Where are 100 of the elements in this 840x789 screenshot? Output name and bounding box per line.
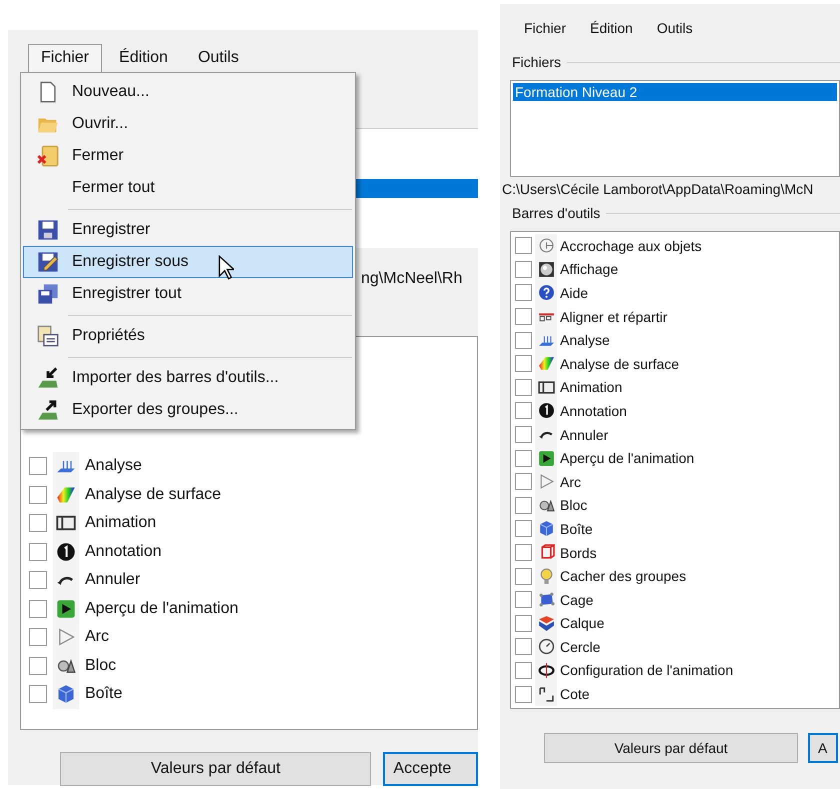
checkbox[interactable] bbox=[515, 520, 532, 538]
checkbox[interactable] bbox=[29, 628, 47, 646]
checkbox[interactable] bbox=[515, 496, 532, 514]
menu-tab[interactable]: Fichier bbox=[520, 17, 570, 44]
checkbox[interactable] bbox=[515, 402, 532, 420]
checkbox[interactable] bbox=[29, 685, 47, 704]
checkbox[interactable] bbox=[515, 308, 532, 326]
gradient-surface-icon bbox=[56, 484, 76, 505]
toolbar-name[interactable]: Bloc bbox=[85, 656, 116, 675]
menu-item[interactable]: Enregistrer sous bbox=[23, 246, 353, 278]
gradient-surface-icon bbox=[538, 355, 554, 372]
menu-tab[interactable]: Édition bbox=[106, 44, 181, 74]
checkbox[interactable] bbox=[29, 514, 47, 532]
menu-tab[interactable]: Édition bbox=[586, 17, 637, 44]
panel-icon bbox=[538, 378, 554, 396]
toolbar-name[interactable]: Boîte bbox=[85, 685, 122, 704]
mouse-cursor-icon bbox=[218, 255, 234, 280]
sphere-icon bbox=[538, 260, 554, 278]
path-text: C:\Users\Cécile Lamborot\AppData\Roaming\McN bbox=[502, 181, 814, 197]
toolbar-name[interactable]: Boîte bbox=[560, 520, 593, 537]
checkbox[interactable] bbox=[515, 614, 532, 632]
checkbox[interactable] bbox=[515, 355, 532, 372]
cube-icon bbox=[56, 684, 76, 704]
play-icon bbox=[538, 450, 554, 467]
properties-icon bbox=[37, 325, 59, 347]
checkbox[interactable] bbox=[29, 542, 47, 561]
block-icon bbox=[538, 496, 554, 514]
menu-item[interactable]: Exporter des groupes... bbox=[23, 394, 353, 426]
checkbox[interactable] bbox=[515, 260, 532, 278]
toolbar-name[interactable]: Configuration de l'animation bbox=[560, 662, 734, 678]
toolbar-name[interactable]: Analyse bbox=[560, 332, 610, 348]
cube-icon bbox=[538, 520, 554, 538]
toolbar-name[interactable]: Analyse bbox=[85, 457, 142, 476]
checkbox[interactable] bbox=[515, 378, 532, 396]
menu-item[interactable]: Fermer tout bbox=[23, 172, 353, 204]
toolbar-name[interactable]: Animation bbox=[85, 514, 156, 532]
toolbar-name[interactable]: Cage bbox=[560, 592, 594, 608]
menu-item[interactable]: Fermer bbox=[23, 140, 353, 172]
toolbar-name[interactable]: Accrochage aux objets bbox=[560, 238, 702, 254]
checkbox[interactable] bbox=[29, 486, 47, 504]
toolbar-name[interactable]: Calque bbox=[560, 615, 604, 632]
toolbar-name[interactable]: Annuler bbox=[85, 571, 140, 590]
toolbar-name[interactable]: Annuler bbox=[560, 426, 608, 443]
checkbox[interactable] bbox=[515, 544, 532, 562]
dimension-icon bbox=[538, 686, 554, 703]
toolbar-name[interactable]: Aide bbox=[560, 284, 588, 301]
toolbar-name[interactable]: Animation bbox=[560, 379, 622, 396]
checkbox[interactable] bbox=[515, 686, 532, 703]
file-list-item[interactable]: Formation Niveau 2 bbox=[513, 83, 837, 101]
dialog-button[interactable]: A bbox=[808, 733, 838, 763]
checkbox[interactable] bbox=[515, 237, 532, 254]
checkbox[interactable] bbox=[515, 450, 532, 467]
checkbox[interactable] bbox=[515, 638, 532, 656]
cage-icon bbox=[538, 591, 554, 608]
checkbox[interactable] bbox=[515, 473, 532, 490]
toolbar-name[interactable]: Aperçu de l'animation bbox=[85, 600, 238, 618]
toolbar-name[interactable]: Cote bbox=[560, 686, 590, 702]
group-label: Fichiers bbox=[512, 54, 562, 70]
toolbar-name[interactable]: Bloc bbox=[560, 497, 588, 514]
menu-tab[interactable]: Fichier bbox=[28, 44, 102, 74]
dialog-button[interactable]: Accepte bbox=[383, 752, 478, 786]
arc-icon bbox=[56, 627, 76, 648]
toolbar-name[interactable]: Analyse de surface bbox=[560, 356, 680, 372]
checkbox[interactable] bbox=[515, 591, 532, 608]
checkbox[interactable] bbox=[29, 457, 47, 476]
checkbox[interactable] bbox=[515, 332, 532, 349]
menu-item[interactable]: Ouvrir... bbox=[23, 108, 353, 140]
menu-item[interactable]: Enregistrer tout bbox=[23, 278, 353, 310]
help-icon bbox=[538, 284, 554, 302]
menu-tab[interactable]: Outils bbox=[184, 44, 252, 74]
toolbar-name[interactable]: Annotation bbox=[560, 402, 627, 419]
checkbox[interactable] bbox=[29, 656, 47, 675]
checkbox[interactable] bbox=[515, 284, 532, 302]
floppy-disks-icon bbox=[37, 283, 59, 305]
checkbox[interactable] bbox=[29, 600, 47, 618]
checkbox[interactable] bbox=[515, 568, 532, 585]
dialog-button[interactable]: Valeurs par défaut bbox=[60, 752, 372, 786]
toolbar-name[interactable]: Bords bbox=[560, 544, 597, 561]
floppy-pencil-icon bbox=[37, 251, 59, 273]
arc-icon bbox=[538, 473, 554, 490]
toolbar-name[interactable]: Arc bbox=[560, 474, 581, 490]
toolbar-name[interactable]: Analyse de surface bbox=[85, 486, 222, 504]
toolbar-name[interactable]: Arc bbox=[85, 628, 109, 646]
menu-tab[interactable]: Outils bbox=[652, 17, 697, 44]
rotate-icon bbox=[538, 662, 554, 679]
toolbar-name[interactable]: Annotation bbox=[85, 542, 162, 561]
close-document-icon bbox=[37, 145, 59, 167]
path-text: ng\McNeel\Rh bbox=[361, 270, 462, 287]
toolbar-name[interactable]: Aligner et répartir bbox=[560, 308, 668, 325]
toolbar-name[interactable]: Affichage bbox=[560, 261, 618, 278]
dialog-button[interactable]: Valeurs par défaut bbox=[544, 733, 798, 763]
menu-item[interactable]: Nouveau... bbox=[23, 76, 353, 108]
group-label: Barres d'outils bbox=[512, 205, 600, 221]
checkbox[interactable] bbox=[515, 426, 532, 444]
toolbar-name[interactable]: Cercle bbox=[560, 638, 600, 655]
toolbar-name[interactable]: Aperçu de l'animation bbox=[560, 450, 694, 466]
checkbox[interactable] bbox=[29, 571, 47, 590]
checkbox[interactable] bbox=[515, 662, 532, 679]
import-icon bbox=[37, 367, 59, 389]
toolbar-name[interactable]: Cacher des groupes bbox=[560, 568, 686, 584]
